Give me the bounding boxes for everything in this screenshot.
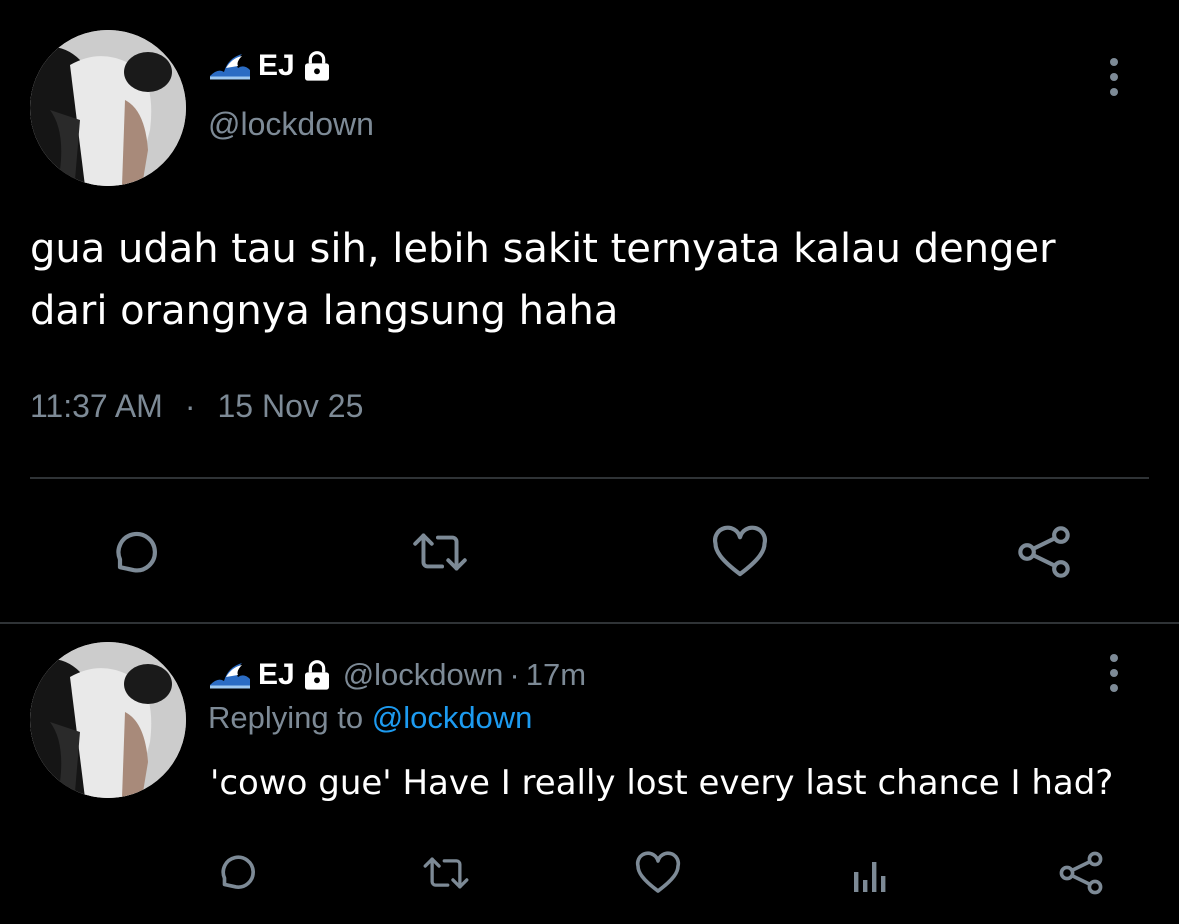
more-vertical-icon[interactable] <box>1110 654 1118 692</box>
handle[interactable]: @lockdown <box>208 106 374 143</box>
replying-to-handle-link[interactable]: @lockdown <box>372 700 533 735</box>
share-icon[interactable] <box>1014 522 1074 582</box>
more-vertical-icon[interactable] <box>1110 58 1118 96</box>
display-name[interactable]: EJ <box>258 658 295 692</box>
retweet-icon[interactable] <box>408 522 472 582</box>
avatar-photo <box>30 642 186 798</box>
comment-icon[interactable] <box>212 848 260 896</box>
share-icon[interactable] <box>1056 848 1106 898</box>
author-row: EJ <box>208 46 333 86</box>
author-row: EJ @lockdown · 17m <box>208 655 586 695</box>
tweet-age: 17m <box>525 657 587 692</box>
heart-icon[interactable] <box>708 522 772 582</box>
lock-icon <box>301 659 333 691</box>
comment-icon[interactable] <box>104 522 164 582</box>
tweet-date: 15 Nov 25 <box>217 388 364 424</box>
tweet-text: 'cowo gue' Have I really lost every last… <box>210 763 1114 803</box>
avatar-photo <box>30 30 186 186</box>
display-name[interactable]: EJ <box>258 49 295 83</box>
separator: · <box>509 657 520 692</box>
wave-emoji-icon <box>208 657 252 694</box>
handle[interactable]: @lockdown <box>343 657 504 693</box>
timestamp-row: 11:37 AM · 15 Nov 25 <box>30 388 363 425</box>
heart-icon[interactable] <box>634 850 682 896</box>
tweet-text-line: dari orangnya langsung haha <box>30 288 619 334</box>
tweet-time: 11:37 AM <box>30 388 163 424</box>
avatar[interactable] <box>30 642 186 798</box>
divider <box>30 477 1149 479</box>
tweet-text: gua udah tau sih, lebih sakit ternyata k… <box>30 218 1056 342</box>
replying-to-label: Replying to <box>208 700 372 735</box>
retweet-icon[interactable] <box>420 850 472 896</box>
wave-emoji-icon <box>208 48 252 85</box>
tweet-text-line: gua udah tau sih, lebih sakit ternyata k… <box>30 226 1056 272</box>
bar-chart-icon[interactable] <box>850 852 890 896</box>
lock-icon <box>301 50 333 82</box>
divider <box>0 622 1179 624</box>
replying-to: Replying to @lockdown <box>208 700 532 736</box>
separator: · <box>184 388 196 424</box>
avatar[interactable] <box>30 30 186 186</box>
